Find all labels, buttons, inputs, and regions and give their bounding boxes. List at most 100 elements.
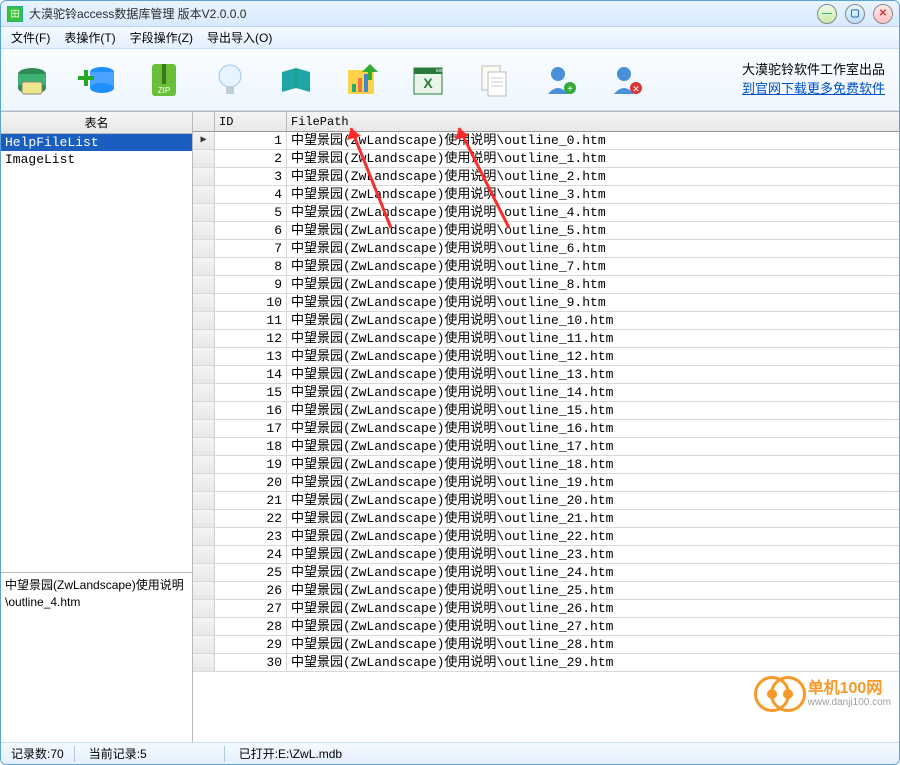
cell-id[interactable]: 7 bbox=[215, 240, 287, 257]
row-selector[interactable] bbox=[193, 456, 215, 473]
cell-filepath[interactable]: 中望景园(ZwLandscape)使用说明\outline_4.htm bbox=[287, 204, 899, 221]
cell-filepath[interactable]: 中望景园(ZwLandscape)使用说明\outline_11.htm bbox=[287, 330, 899, 347]
grid-row[interactable]: 20中望景园(ZwLandscape)使用说明\outline_19.htm bbox=[193, 474, 899, 492]
grid-row[interactable]: 18中望景园(ZwLandscape)使用说明\outline_17.htm bbox=[193, 438, 899, 456]
cell-filepath[interactable]: 中望景园(ZwLandscape)使用说明\outline_12.htm bbox=[287, 348, 899, 365]
cell-id[interactable]: 16 bbox=[215, 402, 287, 419]
cell-id[interactable]: 30 bbox=[215, 654, 287, 671]
cell-id[interactable]: 1 bbox=[215, 132, 287, 149]
grid-row[interactable]: 21中望景园(ZwLandscape)使用说明\outline_20.htm bbox=[193, 492, 899, 510]
menu-file[interactable]: 文件(F) bbox=[7, 27, 54, 48]
row-selector[interactable] bbox=[193, 600, 215, 617]
col-filepath-header[interactable]: FilePath bbox=[287, 112, 899, 131]
row-selector[interactable] bbox=[193, 186, 215, 203]
cell-filepath[interactable]: 中望景园(ZwLandscape)使用说明\outline_16.htm bbox=[287, 420, 899, 437]
cell-id[interactable]: 22 bbox=[215, 510, 287, 527]
grid-row[interactable]: 19中望景园(ZwLandscape)使用说明\outline_18.htm bbox=[193, 456, 899, 474]
cell-filepath[interactable]: 中望景园(ZwLandscape)使用说明\outline_25.htm bbox=[287, 582, 899, 599]
cell-filepath[interactable]: 中望景园(ZwLandscape)使用说明\outline_1.htm bbox=[287, 150, 899, 167]
cell-filepath[interactable]: 中望景园(ZwLandscape)使用说明\outline_17.htm bbox=[287, 438, 899, 455]
row-selector[interactable] bbox=[193, 402, 215, 419]
row-selector[interactable] bbox=[193, 492, 215, 509]
table-list-item[interactable]: ImageList bbox=[1, 151, 192, 168]
row-selector[interactable] bbox=[193, 294, 215, 311]
copy-button[interactable] bbox=[473, 59, 515, 101]
close-button[interactable]: ✕ bbox=[873, 4, 893, 24]
grid-row[interactable]: 5中望景园(ZwLandscape)使用说明\outline_4.htm bbox=[193, 204, 899, 222]
cell-filepath[interactable]: 中望景园(ZwLandscape)使用说明\outline_26.htm bbox=[287, 600, 899, 617]
grid-row[interactable]: 30中望景园(ZwLandscape)使用说明\outline_29.htm bbox=[193, 654, 899, 672]
grid-row[interactable]: 17中望景园(ZwLandscape)使用说明\outline_16.htm bbox=[193, 420, 899, 438]
cell-filepath[interactable]: 中望景园(ZwLandscape)使用说明\outline_24.htm bbox=[287, 564, 899, 581]
row-selector[interactable] bbox=[193, 330, 215, 347]
cell-id[interactable]: 11 bbox=[215, 312, 287, 329]
row-selector[interactable] bbox=[193, 438, 215, 455]
cell-filepath[interactable]: 中望景园(ZwLandscape)使用说明\outline_7.htm bbox=[287, 258, 899, 275]
remove-user-button[interactable]: ✕ bbox=[605, 59, 647, 101]
row-selector[interactable] bbox=[193, 204, 215, 221]
row-selector[interactable] bbox=[193, 474, 215, 491]
row-selector[interactable] bbox=[193, 348, 215, 365]
export-excel-button[interactable]: Xexcel bbox=[407, 59, 449, 101]
row-selector[interactable] bbox=[193, 384, 215, 401]
cell-filepath[interactable]: 中望景园(ZwLandscape)使用说明\outline_18.htm bbox=[287, 456, 899, 473]
cell-id[interactable]: 26 bbox=[215, 582, 287, 599]
cell-filepath[interactable]: 中望景园(ZwLandscape)使用说明\outline_9.htm bbox=[287, 294, 899, 311]
grid-row[interactable]: 11中望景园(ZwLandscape)使用说明\outline_10.htm bbox=[193, 312, 899, 330]
row-selector[interactable] bbox=[193, 654, 215, 671]
cell-id[interactable]: 5 bbox=[215, 204, 287, 221]
maximize-button[interactable]: ▢ bbox=[845, 4, 865, 24]
cell-id[interactable]: 13 bbox=[215, 348, 287, 365]
cell-filepath[interactable]: 中望景园(ZwLandscape)使用说明\outline_0.htm bbox=[287, 132, 899, 149]
cell-filepath[interactable]: 中望景园(ZwLandscape)使用说明\outline_13.htm bbox=[287, 366, 899, 383]
cell-id[interactable]: 17 bbox=[215, 420, 287, 437]
cell-filepath[interactable]: 中望景园(ZwLandscape)使用说明\outline_29.htm bbox=[287, 654, 899, 671]
cell-id[interactable]: 9 bbox=[215, 276, 287, 293]
row-selector[interactable] bbox=[193, 240, 215, 257]
grid-row[interactable]: 7中望景园(ZwLandscape)使用说明\outline_6.htm bbox=[193, 240, 899, 258]
row-selector[interactable] bbox=[193, 168, 215, 185]
grid-row[interactable]: 3中望景园(ZwLandscape)使用说明\outline_2.htm bbox=[193, 168, 899, 186]
row-selector[interactable] bbox=[193, 420, 215, 437]
open-db-button[interactable] bbox=[11, 59, 53, 101]
grid-row[interactable]: 27中望景园(ZwLandscape)使用说明\outline_26.htm bbox=[193, 600, 899, 618]
cell-filepath[interactable]: 中望景园(ZwLandscape)使用说明\outline_5.htm bbox=[287, 222, 899, 239]
cell-id[interactable]: 20 bbox=[215, 474, 287, 491]
row-selector[interactable] bbox=[193, 258, 215, 275]
cell-id[interactable]: 21 bbox=[215, 492, 287, 509]
row-selector-header[interactable] bbox=[193, 112, 215, 131]
add-user-button[interactable]: + bbox=[539, 59, 581, 101]
minimize-button[interactable]: — bbox=[817, 4, 837, 24]
cell-id[interactable]: 6 bbox=[215, 222, 287, 239]
grid-row[interactable]: 28中望景园(ZwLandscape)使用说明\outline_27.htm bbox=[193, 618, 899, 636]
idea-button[interactable] bbox=[209, 59, 251, 101]
grid-row[interactable]: ▶1中望景园(ZwLandscape)使用说明\outline_0.htm bbox=[193, 132, 899, 150]
grid-row[interactable]: 26中望景园(ZwLandscape)使用说明\outline_25.htm bbox=[193, 582, 899, 600]
row-selector[interactable] bbox=[193, 582, 215, 599]
cell-filepath[interactable]: 中望景园(ZwLandscape)使用说明\outline_19.htm bbox=[287, 474, 899, 491]
row-selector[interactable] bbox=[193, 528, 215, 545]
export-chart-button[interactable] bbox=[341, 59, 383, 101]
row-selector[interactable] bbox=[193, 312, 215, 329]
menu-table[interactable]: 表操作(T) bbox=[60, 27, 119, 48]
cell-id[interactable]: 25 bbox=[215, 564, 287, 581]
compress-button[interactable]: ZIP bbox=[143, 59, 185, 101]
add-db-button[interactable] bbox=[77, 59, 119, 101]
cell-filepath[interactable]: 中望景园(ZwLandscape)使用说明\outline_3.htm bbox=[287, 186, 899, 203]
cell-id[interactable]: 18 bbox=[215, 438, 287, 455]
grid-row[interactable]: 12中望景园(ZwLandscape)使用说明\outline_11.htm bbox=[193, 330, 899, 348]
cell-id[interactable]: 12 bbox=[215, 330, 287, 347]
cell-filepath[interactable]: 中望景园(ZwLandscape)使用说明\outline_8.htm bbox=[287, 276, 899, 293]
cell-filepath[interactable]: 中望景园(ZwLandscape)使用说明\outline_20.htm bbox=[287, 492, 899, 509]
cell-id[interactable]: 15 bbox=[215, 384, 287, 401]
cell-filepath[interactable]: 中望景园(ZwLandscape)使用说明\outline_6.htm bbox=[287, 240, 899, 257]
grid-row[interactable]: 25中望景园(ZwLandscape)使用说明\outline_24.htm bbox=[193, 564, 899, 582]
cell-id[interactable]: 14 bbox=[215, 366, 287, 383]
cell-filepath[interactable]: 中望景园(ZwLandscape)使用说明\outline_23.htm bbox=[287, 546, 899, 563]
grid-row[interactable]: 29中望景园(ZwLandscape)使用说明\outline_28.htm bbox=[193, 636, 899, 654]
row-selector[interactable] bbox=[193, 546, 215, 563]
col-id-header[interactable]: ID bbox=[215, 112, 287, 131]
grid-row[interactable]: 2中望景园(ZwLandscape)使用说明\outline_1.htm bbox=[193, 150, 899, 168]
promo-link[interactable]: 到官网下载更多免费软件 bbox=[742, 81, 885, 96]
cell-filepath[interactable]: 中望景园(ZwLandscape)使用说明\outline_2.htm bbox=[287, 168, 899, 185]
